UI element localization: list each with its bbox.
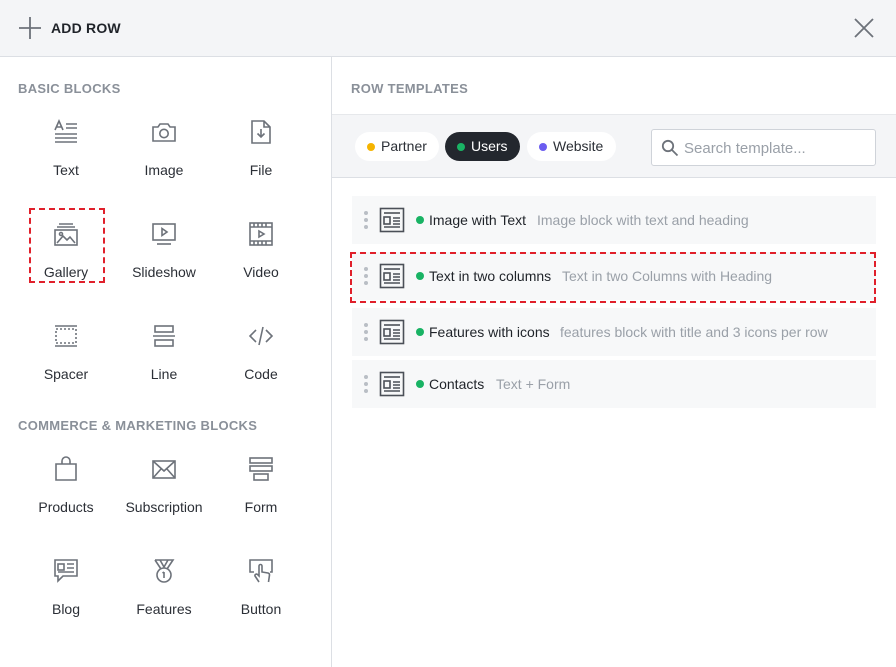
status-dot (367, 143, 375, 151)
search-input[interactable] (684, 137, 869, 159)
block-form[interactable]: Form (216, 456, 306, 536)
envelope-icon (152, 460, 176, 479)
block-gallery[interactable]: Gallery (21, 221, 111, 301)
block-label: Button (240, 601, 282, 617)
template-row[interactable]: Features with icons features block with … (352, 308, 876, 356)
drag-handle-icon[interactable] (363, 266, 369, 286)
status-dot (539, 143, 547, 151)
filter-chip-label: Website (553, 138, 604, 154)
block-video[interactable]: Video (216, 221, 306, 301)
block-image[interactable]: Image (119, 119, 209, 199)
camera-icon (152, 123, 176, 142)
filter-chip-partner[interactable]: Partner (355, 132, 439, 161)
template-layout-icon (379, 319, 405, 345)
status-dot (416, 328, 424, 336)
block-label: Subscription (125, 499, 203, 515)
gallery-icon (54, 223, 78, 246)
drag-handle-icon[interactable] (363, 322, 369, 342)
block-features[interactable]: Features (119, 558, 209, 638)
spacer-icon (55, 325, 77, 347)
block-text[interactable]: Text (21, 119, 111, 199)
search-icon (661, 139, 679, 157)
filter-chip-label: Partner (381, 138, 427, 154)
block-button[interactable]: Button (216, 558, 306, 638)
template-row[interactable]: Text in two columns Text in two Columns … (352, 252, 876, 300)
block-spacer[interactable]: Spacer (21, 323, 111, 403)
block-label: Features (136, 601, 192, 617)
drag-handle-icon[interactable] (363, 210, 369, 230)
block-label: Form (244, 499, 278, 515)
template-row[interactable]: Contacts Text + Form (352, 360, 876, 408)
block-label: Code (244, 366, 278, 382)
row-templates-panel: ROW TEMPLATES Partner Users Website Sear… (332, 57, 896, 667)
block-subscription[interactable]: Subscription (119, 456, 209, 536)
template-layout-icon (379, 207, 405, 233)
row-templates-title: ROW TEMPLATES (351, 81, 469, 96)
template-search-box[interactable] (651, 129, 876, 166)
template-filter-bar: Partner Users Website (332, 114, 896, 178)
shopping-bag-icon (55, 456, 77, 481)
block-label: Spacer (43, 366, 89, 382)
blocks-panel: BASIC BLOCKS Text Image File Gallery Sli… (0, 57, 332, 667)
template-description: Image block with text and heading (537, 212, 749, 228)
close-icon[interactable] (852, 16, 876, 40)
template-row[interactable]: Image with Text Image block with text an… (352, 196, 876, 244)
block-label: Image (144, 162, 184, 178)
template-name: Contacts (429, 376, 485, 392)
video-icon (249, 222, 273, 246)
status-dot (457, 143, 465, 151)
template-name: Image with Text (429, 212, 527, 228)
code-icon (248, 326, 274, 346)
block-products[interactable]: Products (21, 456, 111, 536)
filter-chip-website[interactable]: Website (527, 132, 616, 161)
template-name: Text in two columns (429, 268, 552, 284)
block-line[interactable]: Line (119, 323, 209, 403)
block-slideshow[interactable]: Slideshow (119, 221, 209, 301)
filter-chip-users[interactable]: Users (445, 132, 520, 161)
basic-blocks-title: BASIC BLOCKS (18, 81, 121, 96)
block-label: Blog (51, 601, 81, 617)
block-file[interactable]: File (216, 119, 306, 199)
drag-handle-icon[interactable] (363, 374, 369, 394)
block-label: Video (243, 264, 279, 280)
status-dot (416, 216, 424, 224)
block-blog[interactable]: Blog (21, 558, 111, 638)
block-label: Products (38, 499, 94, 515)
template-layout-icon (379, 371, 405, 397)
file-download-icon (251, 120, 271, 144)
modal-header: ADD ROW (0, 0, 896, 57)
filter-chip-label: Users (471, 138, 508, 154)
modal-title: ADD ROW (51, 20, 121, 36)
block-label: Slideshow (132, 264, 196, 280)
block-label: Gallery (43, 264, 89, 280)
status-dot (416, 380, 424, 388)
block-label: Line (150, 366, 178, 382)
blog-icon (54, 559, 78, 583)
template-description: features block with title and 3 icons pe… (560, 324, 828, 340)
template-layout-icon (379, 263, 405, 289)
text-icon (54, 119, 77, 143)
pointer-hand-icon (249, 559, 273, 583)
commerce-blocks-title: COMMERCE & MARKETING BLOCKS (18, 418, 258, 433)
medal-icon (154, 559, 175, 583)
slideshow-icon (152, 223, 176, 245)
line-icon (153, 325, 175, 347)
status-dot (416, 272, 424, 280)
form-icon (249, 457, 273, 481)
template-name: Features with icons (429, 324, 550, 340)
block-code[interactable]: Code (216, 323, 306, 403)
block-label: File (249, 162, 273, 178)
template-description: Text + Form (496, 376, 571, 392)
template-description: Text in two Columns with Heading (562, 268, 773, 284)
block-label: Text (53, 162, 79, 178)
plus-icon[interactable] (18, 16, 42, 40)
